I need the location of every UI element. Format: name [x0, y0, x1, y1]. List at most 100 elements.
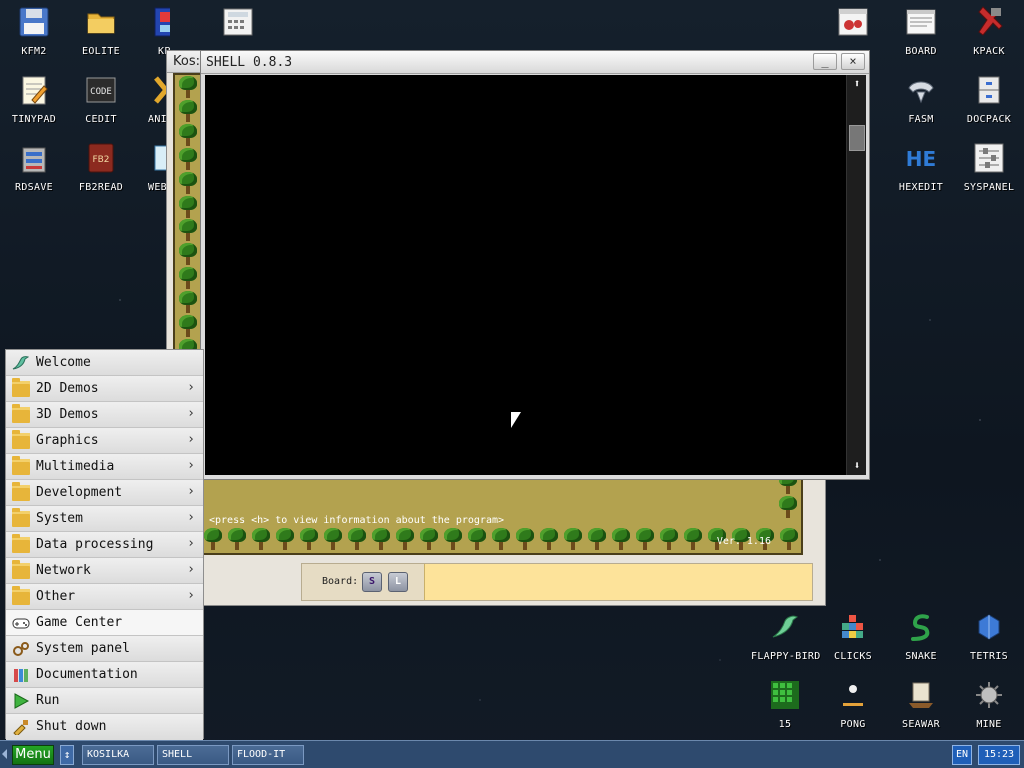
desktop-icon-cedit[interactable]: CODE CEDIT — [67, 68, 135, 134]
desktop-icon-mine[interactable]: MINE — [955, 673, 1023, 739]
menu-item-label: Run — [36, 693, 60, 708]
menu-button[interactable]: Menu — [12, 745, 54, 765]
desktop-icon-kpack[interactable]: KPACK — [955, 0, 1023, 66]
menu-item-label: System panel — [36, 641, 130, 656]
taskbar: Menu ↕ KOSILKA SHELL FLOOD-IT EN 15:23 — [0, 740, 1024, 768]
menu-item-label: Shut down — [36, 719, 107, 734]
menu-item-shut-down[interactable]: Shut down — [6, 714, 203, 740]
menu-item-label: Multimedia — [36, 459, 115, 474]
desktop-icon-board[interactable]: BOARD — [887, 0, 955, 66]
menu-item-welcome[interactable]: Welcome — [6, 350, 203, 376]
desktop-icon-flappy-bird[interactable]: FLAPPY-BIRD — [751, 605, 821, 671]
folder-icon — [12, 586, 30, 605]
menu-item-system-panel[interactable]: System panel — [6, 636, 203, 662]
desktop-icon-label: SNAKE — [905, 651, 937, 662]
menu-item-label: Other — [36, 589, 76, 604]
taskbar-task-shell[interactable]: SHELL — [157, 745, 229, 765]
desktop-icon-label: DOCPACK — [966, 114, 1012, 125]
desktop-icon-eolite[interactable]: EOLITE — [67, 0, 135, 66]
gears-icon — [12, 641, 30, 657]
menu-item-multimedia[interactable]: Multimedia › — [6, 454, 203, 480]
desktop-icon-syspanel[interactable]: SYSPANEL — [955, 136, 1023, 202]
desktop-icon-label: SEAWAR — [902, 719, 940, 730]
board-status-panel — [424, 564, 812, 600]
desktop-icon-hexedit[interactable]: HE HEXEDIT — [887, 136, 955, 202]
desktop-icon-fasm[interactable]: FASM — [887, 68, 955, 134]
shutdown-icon — [12, 719, 30, 737]
calculator-icon — [222, 6, 254, 38]
shell-console[interactable] — [205, 75, 846, 475]
desktop-icon-15[interactable]: 15 — [751, 673, 819, 739]
desktop-icon-label: KFM2 — [21, 46, 47, 57]
desktop-icon-docpack[interactable]: DOCPACK — [955, 68, 1023, 134]
language-indicator[interactable]: EN — [952, 745, 972, 765]
menu-item-system[interactable]: System › — [6, 506, 203, 532]
desktop-icon-label: HEXEDIT — [898, 182, 944, 193]
shell-window[interactable]: SHELL 0.8.3 _ × ⬆ ⬇ — [200, 50, 870, 480]
shell-title-bar[interactable]: SHELL 0.8.3 _ × — [201, 51, 869, 74]
code-editor-icon: CODE — [85, 74, 117, 106]
scroll-up-arrow-icon[interactable]: ⬆ — [847, 75, 867, 93]
desktop-icon-clicks[interactable]: CLICKS — [819, 605, 887, 671]
shell-title: SHELL 0.8.3 — [206, 55, 293, 70]
docpack-icon — [973, 74, 1005, 106]
clock[interactable]: 15:23 — [978, 745, 1020, 765]
desktop-icon-tinypad[interactable]: TINYPAD — [0, 68, 68, 134]
switch-windows-button[interactable]: ↕ — [60, 745, 74, 765]
notepad-icon — [18, 74, 50, 106]
folder-icon — [12, 378, 30, 397]
menu-item-documentation[interactable]: Documentation — [6, 662, 203, 688]
chevron-right-icon: › — [187, 588, 195, 603]
tree-border-bottom — [201, 527, 801, 553]
close-button[interactable]: × — [841, 53, 865, 70]
kosilka-version: Ver. 1.16 — [716, 536, 771, 547]
minimize-button[interactable]: _ — [813, 53, 837, 70]
desktop-icon-fb2read[interactable]: FB2 FB2READ — [67, 136, 135, 202]
menu-item-network[interactable]: Network › — [6, 558, 203, 584]
folder-icon — [12, 430, 30, 449]
desktop-icon-kfm2[interactable]: KFM2 — [0, 0, 68, 66]
taskbar-task-flood-it[interactable]: FLOOD-IT — [232, 745, 304, 765]
menu-item-development[interactable]: Development › — [6, 480, 203, 506]
folder-icon — [12, 456, 30, 475]
scrollbar-thumb[interactable] — [849, 125, 865, 151]
menu-item-other[interactable]: Other › — [6, 584, 203, 610]
ramdisk-save-icon — [18, 142, 50, 174]
desktop-icon-ani[interactable]: ANI — [136, 68, 170, 134]
desktop-icon-seawar[interactable]: SEAWAR — [887, 673, 955, 739]
board-large-button[interactable]: L — [388, 572, 408, 592]
kosilka-board-bar: Board: S L — [301, 563, 813, 601]
board-small-button[interactable]: S — [362, 572, 382, 592]
desktop-icon-kp[interactable]: KP — [136, 0, 170, 66]
chevron-right-icon: › — [187, 406, 195, 421]
desktop-icon-label: TINYPAD — [11, 114, 57, 125]
desktop-icon-label: FLAPPY-BIRD — [751, 651, 821, 662]
desktop-icon-label: CEDIT — [85, 114, 117, 125]
desktop-icon-rdsave[interactable]: RDSAVE — [0, 136, 68, 202]
desktop-icon-web[interactable]: WEB — [136, 136, 170, 202]
menu-item-game-center[interactable]: Game Center — [6, 610, 203, 636]
menu-item-graphics[interactable]: Graphics › — [6, 428, 203, 454]
desktop-icon-tetris[interactable]: TETRIS — [955, 605, 1023, 671]
desktop-icon-label: 15 — [778, 719, 792, 730]
desktop-icon-pong[interactable]: PONG — [819, 673, 887, 739]
arrow-left-icon[interactable] — [2, 749, 7, 759]
menu-item-data-processing[interactable]: Data processing › — [6, 532, 203, 558]
chevron-right-icon: › — [187, 510, 195, 525]
scroll-down-arrow-icon[interactable]: ⬇ — [847, 457, 867, 475]
kpack-icon — [973, 6, 1005, 38]
desktop-icon-label: SYSPANEL — [963, 182, 1015, 193]
desktop-icon-snake[interactable]: SNAKE — [887, 605, 955, 671]
menu-item-run[interactable]: Run — [6, 688, 203, 714]
menu-item-2d-demos[interactable]: 2D Demos › — [6, 376, 203, 402]
kpaint-icon — [153, 6, 170, 38]
chevron-right-icon: › — [187, 484, 195, 499]
flappy-bird-icon — [769, 611, 801, 643]
chevron-right-icon: › — [187, 458, 195, 473]
shell-scrollbar[interactable]: ⬆ ⬇ — [846, 75, 866, 475]
folder-icon — [12, 508, 30, 527]
desktop-icon-label: MINE — [976, 719, 1002, 730]
menu-item-3d-demos[interactable]: 3D Demos › — [6, 402, 203, 428]
desktop-icon-label: EOLITE — [82, 46, 120, 57]
taskbar-task-kosilka[interactable]: KOSILKA — [82, 745, 154, 765]
